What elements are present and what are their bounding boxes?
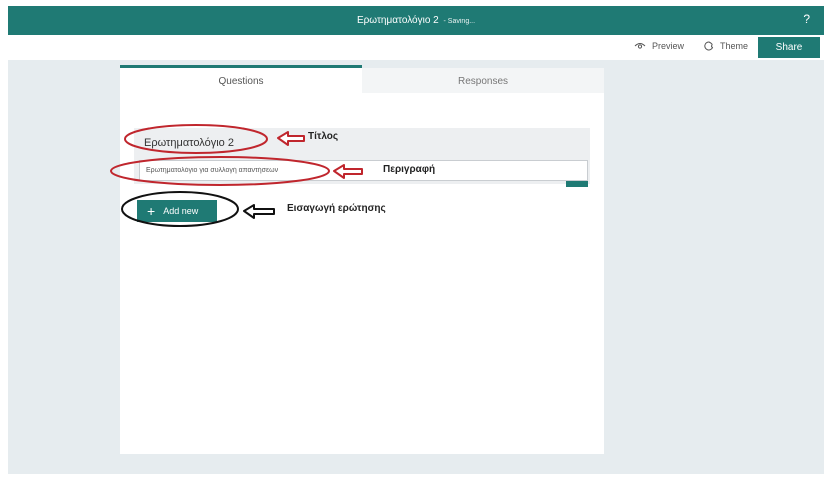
save-status: - Saving... [443,18,476,25]
tab-responses[interactable]: Responses [362,68,604,93]
help-button[interactable]: ? [803,12,810,26]
app-frame: Ερωτηματολόγιο 2 - Saving... ? Preview T… [8,6,824,474]
form-title-field[interactable] [144,134,444,152]
form-description-field[interactable] [139,160,588,181]
palette-icon [704,41,714,51]
app-title: Ερωτηματολόγιο 2 [356,15,439,26]
tab-questions[interactable]: Questions [120,65,362,93]
eye-icon [634,42,646,50]
plus-icon: + [147,203,156,219]
command-bar: Preview Theme Share [8,35,824,60]
preview-label: Preview [652,41,685,51]
share-button[interactable]: Share [758,37,820,58]
add-new-label: Add new [163,206,199,216]
preview-button[interactable]: Preview [634,41,684,51]
title-bar: Ερωτηματολόγιο 2 - Saving... ? [8,6,824,35]
add-new-button[interactable]: + Add new [137,200,217,222]
theme-button[interactable]: Theme [704,41,748,51]
title-area: Ερωτηματολόγιο 2 - Saving... [8,14,824,28]
theme-label: Theme [720,41,749,51]
